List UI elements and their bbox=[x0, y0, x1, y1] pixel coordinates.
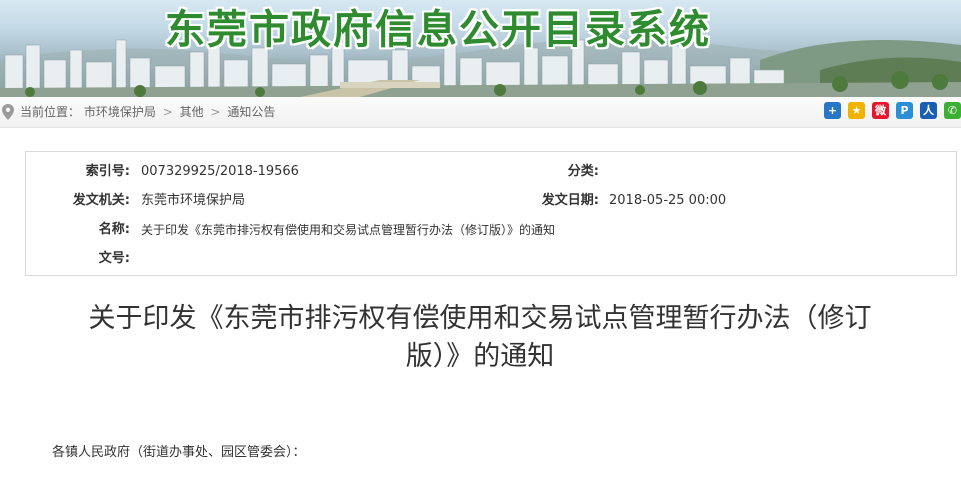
article-title-line-2: 版）》的通知 bbox=[405, 341, 555, 372]
weibo-share-icon[interactable]: 微 bbox=[872, 102, 889, 119]
name-value: 关于印发《东莞市排污权有偿使用和交易试点管理暂行办法（修订版）》的通知 bbox=[141, 223, 556, 237]
breadcrumb-item-bureau[interactable]: 市环境保护局 bbox=[84, 105, 156, 119]
share-toolbar: + ★ 微 P 人 ✆ bbox=[817, 102, 961, 120]
header-banner: 东莞市政府信息公开目录系统 bbox=[0, 0, 961, 97]
document-info-box: 索引号: 007329925/2018-19566 分类: 发文机关: 东莞市环… bbox=[25, 151, 957, 276]
breadcrumb: 当前位置： 市环境保护局 > 其他 > 通知公告 bbox=[20, 97, 275, 127]
qq-share-icon[interactable]: P bbox=[896, 102, 913, 119]
wechat-share-icon[interactable]: ✆ bbox=[944, 102, 961, 119]
date-value: 2018-05-25 00:00 bbox=[609, 193, 727, 208]
plus-share-icon[interactable]: + bbox=[824, 102, 841, 119]
docno-label: 文号: bbox=[98, 251, 130, 266]
location-pin-icon bbox=[2, 104, 14, 120]
index-value: 007329925/2018-19566 bbox=[141, 164, 299, 179]
breadcrumb-separator: > bbox=[162, 105, 173, 119]
breadcrumb-item-other[interactable]: 其他 bbox=[180, 105, 204, 119]
breadcrumb-bar: 当前位置： 市环境保护局 > 其他 > 通知公告 + ★ 微 P 人 ✆ bbox=[0, 97, 961, 128]
article-greeting: 各镇人民政府（街道办事处、园区管委会）： bbox=[52, 445, 306, 460]
site-title: 东莞市政府信息公开目录系统 bbox=[165, 7, 711, 53]
category-label: 分类: bbox=[567, 164, 599, 179]
breadcrumb-separator: > bbox=[210, 105, 221, 119]
renren-share-icon[interactable]: 人 bbox=[920, 102, 937, 119]
issuer-label: 发文机关: bbox=[72, 193, 130, 208]
qzone-share-icon[interactable]: ★ bbox=[848, 102, 865, 119]
breadcrumb-prefix: 当前位置： bbox=[20, 105, 81, 119]
article-title: 关于印发《东莞市排污权有偿使用和交易试点管理暂行办法（修订 版）》的通知 bbox=[40, 300, 920, 376]
breadcrumb-item-notice[interactable]: 通知公告 bbox=[227, 105, 275, 119]
article-title-line-1: 关于印发《东莞市排污权有偿使用和交易试点管理暂行办法（修订 bbox=[88, 303, 872, 334]
date-label: 发文日期: bbox=[541, 193, 599, 208]
name-label: 名称: bbox=[98, 222, 130, 237]
issuer-value: 东莞市环境保护局 bbox=[141, 193, 246, 208]
index-label: 索引号: bbox=[85, 164, 130, 179]
